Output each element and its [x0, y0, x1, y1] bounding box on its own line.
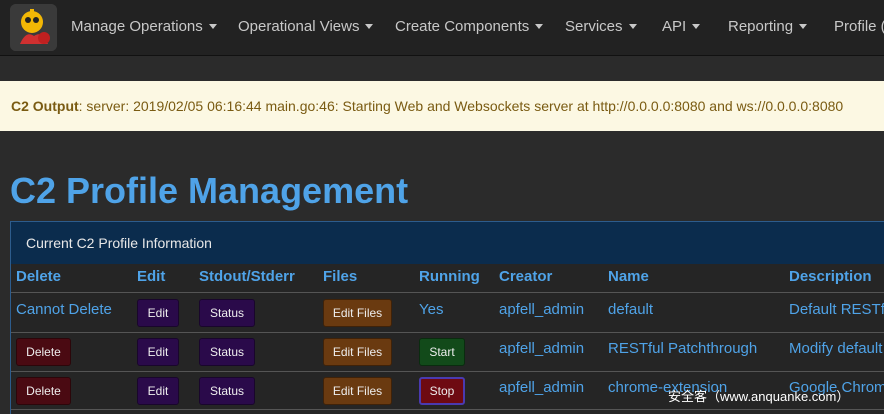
- running-status: Yes: [419, 301, 444, 318]
- status-button[interactable]: Status: [199, 338, 255, 366]
- column-header-creator: Creator: [499, 268, 553, 285]
- edit-files-button[interactable]: Edit Files: [323, 377, 392, 405]
- row-divider: [11, 371, 884, 372]
- edit-files-button[interactable]: Edit Files: [323, 338, 392, 366]
- delete-button[interactable]: Delete: [16, 338, 71, 366]
- row-divider: [11, 292, 884, 293]
- profile-name-link[interactable]: RESTful Patchthrough: [608, 340, 757, 357]
- profile-name-link[interactable]: default: [608, 301, 653, 318]
- edit-button[interactable]: Edit: [137, 299, 179, 327]
- status-button[interactable]: Status: [199, 299, 255, 327]
- column-header-stdout: Stdout/Stderr: [199, 268, 295, 285]
- column-header-name: Name: [608, 268, 649, 285]
- nav-profile[interactable]: Profile (a: [834, 0, 884, 56]
- creator-link[interactable]: apfell_admin: [499, 340, 584, 357]
- column-header-running: Running: [419, 268, 480, 285]
- watermark: 安全客（www.anquanke.com）: [668, 389, 850, 404]
- column-header-delete: Delete: [16, 268, 62, 285]
- panel-heading: Current C2 Profile Information: [11, 222, 884, 264]
- c2-output-alert: C2 Output: server: 2019/02/05 06:16:44 m…: [0, 81, 884, 131]
- column-header-description: Description: [789, 268, 872, 285]
- edit-files-button[interactable]: Edit Files: [323, 299, 392, 327]
- nav-reporting[interactable]: Reporting: [728, 0, 808, 56]
- edit-button[interactable]: Edit: [137, 377, 179, 405]
- nav-services[interactable]: Services: [565, 0, 637, 56]
- nav-operational-views[interactable]: Operational Views: [238, 0, 374, 56]
- page-title: C2 Profile Management: [10, 170, 409, 211]
- nav-create-components[interactable]: Create Components: [395, 0, 544, 56]
- status-button[interactable]: Status: [199, 377, 255, 405]
- chevron-down-icon: [208, 24, 217, 29]
- profile-description: Modify default I: [789, 340, 884, 357]
- row-divider: [11, 332, 884, 333]
- chevron-down-icon: [692, 24, 701, 29]
- row-divider: [11, 409, 884, 410]
- apfell-logo[interactable]: [10, 4, 57, 51]
- chevron-down-icon: [628, 24, 637, 29]
- cannot-delete-text: Cannot Delete: [16, 301, 112, 318]
- top-navbar: Manage Operations Operational Views Crea…: [0, 0, 884, 56]
- creator-link[interactable]: apfell_admin: [499, 301, 584, 318]
- chevron-down-icon: [799, 24, 808, 29]
- stop-button[interactable]: Stop: [419, 377, 465, 405]
- edit-button[interactable]: Edit: [137, 338, 179, 366]
- start-button[interactable]: Start: [419, 338, 465, 366]
- nav-manage-operations[interactable]: Manage Operations: [71, 0, 217, 56]
- chevron-down-icon: [535, 24, 544, 29]
- delete-button[interactable]: Delete: [16, 377, 71, 405]
- chevron-down-icon: [365, 24, 374, 29]
- column-header-files: Files: [323, 268, 358, 285]
- profile-description: Default RESTfu: [789, 301, 884, 318]
- nav-api[interactable]: API: [662, 0, 701, 56]
- creator-link[interactable]: apfell_admin: [499, 379, 584, 396]
- column-header-edit: Edit: [137, 268, 166, 285]
